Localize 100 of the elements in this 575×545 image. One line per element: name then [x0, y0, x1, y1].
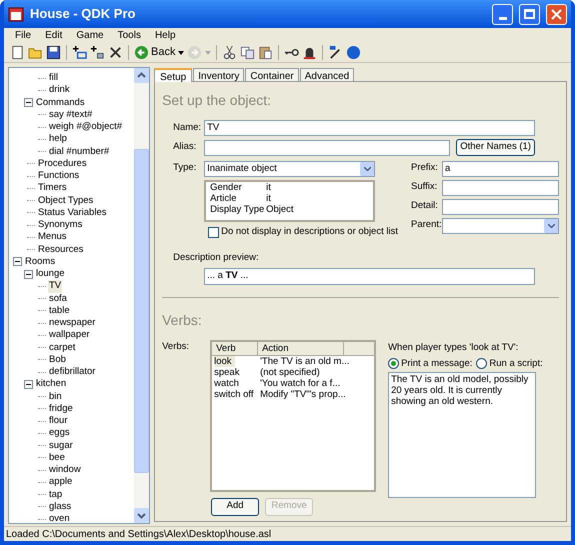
tab[interactable]: Setup — [154, 68, 192, 82]
prefix-field[interactable]: a — [442, 161, 559, 177]
help-icon[interactable] — [346, 45, 362, 60]
dropdown-caret-icon[interactable] — [178, 50, 184, 54]
tree-item[interactable]: Status Variables — [37, 206, 108, 219]
tree-item[interactable]: tap — [48, 488, 64, 501]
close-icon — [551, 8, 562, 20]
list-cell[interactable]: switch off — [214, 388, 254, 400]
tree-item[interactable]: bin — [48, 390, 63, 403]
list-cell: Modify "TV"'s prop... — [260, 388, 346, 400]
tree-item[interactable]: fridge — [48, 402, 74, 415]
list-cell[interactable]: speak — [214, 366, 240, 378]
name-field[interactable]: TV — [204, 120, 536, 136]
menu-item[interactable]: File — [8, 28, 38, 43]
type-dropdown[interactable]: Inanimate object — [204, 161, 376, 177]
tree-item[interactable]: Functions — [37, 170, 80, 182]
radio-option[interactable]: Print a message: — [388, 356, 472, 371]
save-icon[interactable] — [46, 45, 61, 60]
section-heading: Set up the object: — [162, 91, 272, 110]
radio-option[interactable]: Run a script: — [476, 356, 543, 371]
menu-item[interactable]: Help — [148, 28, 183, 43]
collapse-icon[interactable] — [24, 98, 33, 108]
tree-item[interactable]: flour — [48, 415, 68, 428]
tree-item[interactable]: apple — [48, 476, 74, 488]
tree-item[interactable]: bee — [48, 452, 66, 464]
new-file-icon[interactable] — [10, 45, 25, 60]
parent-dropdown[interactable] — [442, 218, 559, 234]
field-label: Name: — [173, 120, 202, 135]
menu-item[interactable]: Edit — [38, 28, 70, 43]
menu-item[interactable]: Game — [69, 28, 111, 43]
close-button[interactable] — [546, 4, 567, 24]
tab[interactable]: Container — [245, 68, 299, 81]
tree-item[interactable]: Object Types — [37, 194, 94, 207]
tree-item[interactable]: lounge — [35, 268, 66, 280]
window-title: House - QDK Pro — [30, 5, 136, 24]
tree-item[interactable]: kitchen — [35, 378, 68, 390]
checkbox-label: Do not display in descriptions or object list — [221, 225, 398, 239]
add-button[interactable]: Add — [211, 498, 260, 516]
other-names-button[interactable]: Other Names (1) — [456, 139, 536, 156]
field-label: Verbs: — [162, 340, 190, 354]
menu-item[interactable]: Tools — [110, 28, 148, 43]
tree-item[interactable]: carpet — [48, 342, 76, 354]
field-label: Description preview: — [173, 251, 260, 266]
collapse-icon[interactable] — [13, 257, 22, 266]
back-button[interactable]: Back — [134, 44, 176, 61]
tree-item[interactable]: Rooms — [24, 256, 56, 268]
tree-item[interactable]: oven — [48, 513, 71, 523]
column-header[interactable]: Action — [258, 342, 344, 354]
list-cell[interactable]: look — [214, 356, 235, 366]
scissors-icon[interactable] — [222, 45, 238, 60]
delete-icon[interactable] — [108, 45, 123, 60]
minimize-button[interactable] — [492, 4, 513, 24]
tree-item[interactable]: sofa — [48, 292, 68, 305]
tab[interactable]: Inventory — [193, 68, 244, 81]
bell-icon[interactable] — [302, 45, 318, 60]
list-cell: 'The TV is an old m... — [260, 356, 350, 366]
tree-item[interactable]: TV — [48, 280, 62, 292]
suffix-field[interactable] — [442, 180, 559, 196]
copy-icon[interactable] — [240, 45, 256, 60]
alias-field[interactable] — [204, 140, 450, 156]
tree-item[interactable]: dial #number# — [48, 146, 110, 158]
tree-item[interactable]: drink — [48, 84, 71, 96]
tree-item[interactable]: window — [48, 464, 82, 476]
message-textarea[interactable]: The TV is an old model, possibly 20 years old. It is currently showing an old western. — [388, 372, 536, 498]
scroll-thumb[interactable] — [134, 149, 150, 473]
tree-item[interactable]: Synonyms — [37, 219, 84, 232]
field-label: Alias: — [173, 140, 198, 154]
field-label: Parent: — [411, 218, 442, 232]
tree-item[interactable]: eggs — [48, 427, 71, 440]
tree-item[interactable]: weigh #@object# — [48, 121, 124, 134]
detail-field[interactable] — [442, 199, 559, 215]
tree-item[interactable]: Procedures — [37, 158, 88, 170]
add-object-icon[interactable] — [90, 45, 105, 60]
column-header[interactable]: Verb — [212, 342, 258, 354]
tree-item[interactable]: table — [48, 304, 71, 317]
maximize-button[interactable] — [519, 4, 540, 24]
tree-item[interactable]: Menus — [37, 231, 68, 244]
collapse-icon[interactable] — [24, 380, 33, 389]
preview-field: ... a TV ... — [204, 268, 536, 284]
paste-icon[interactable] — [258, 45, 274, 60]
tree-item[interactable]: Resources — [37, 244, 84, 256]
list-cell[interactable]: watch — [214, 378, 239, 388]
tree-item[interactable]: wallpaper — [48, 329, 91, 342]
field-label: Suffix: — [411, 180, 438, 194]
tree-item[interactable]: glass — [48, 500, 72, 513]
add-room-icon[interactable] — [72, 45, 87, 60]
tree-item[interactable]: Commands — [35, 96, 86, 109]
tab[interactable]: Advanced — [300, 68, 354, 81]
tree-item[interactable]: newspaper — [48, 317, 96, 330]
checkbox[interactable] — [208, 226, 220, 238]
tree-item[interactable]: defibrillator — [48, 366, 96, 378]
tree-item[interactable]: fill — [48, 72, 59, 84]
tree-item[interactable]: say #text# — [48, 108, 94, 121]
scrollbar[interactable] — [134, 68, 150, 523]
app-icon — [8, 6, 24, 22]
collapse-icon[interactable] — [24, 270, 33, 279]
tree-item[interactable]: Timers — [37, 182, 68, 194]
tree-item[interactable]: sugar — [48, 440, 74, 452]
tree-item[interactable]: Bob — [48, 354, 67, 366]
tree-item[interactable]: help — [48, 133, 68, 146]
